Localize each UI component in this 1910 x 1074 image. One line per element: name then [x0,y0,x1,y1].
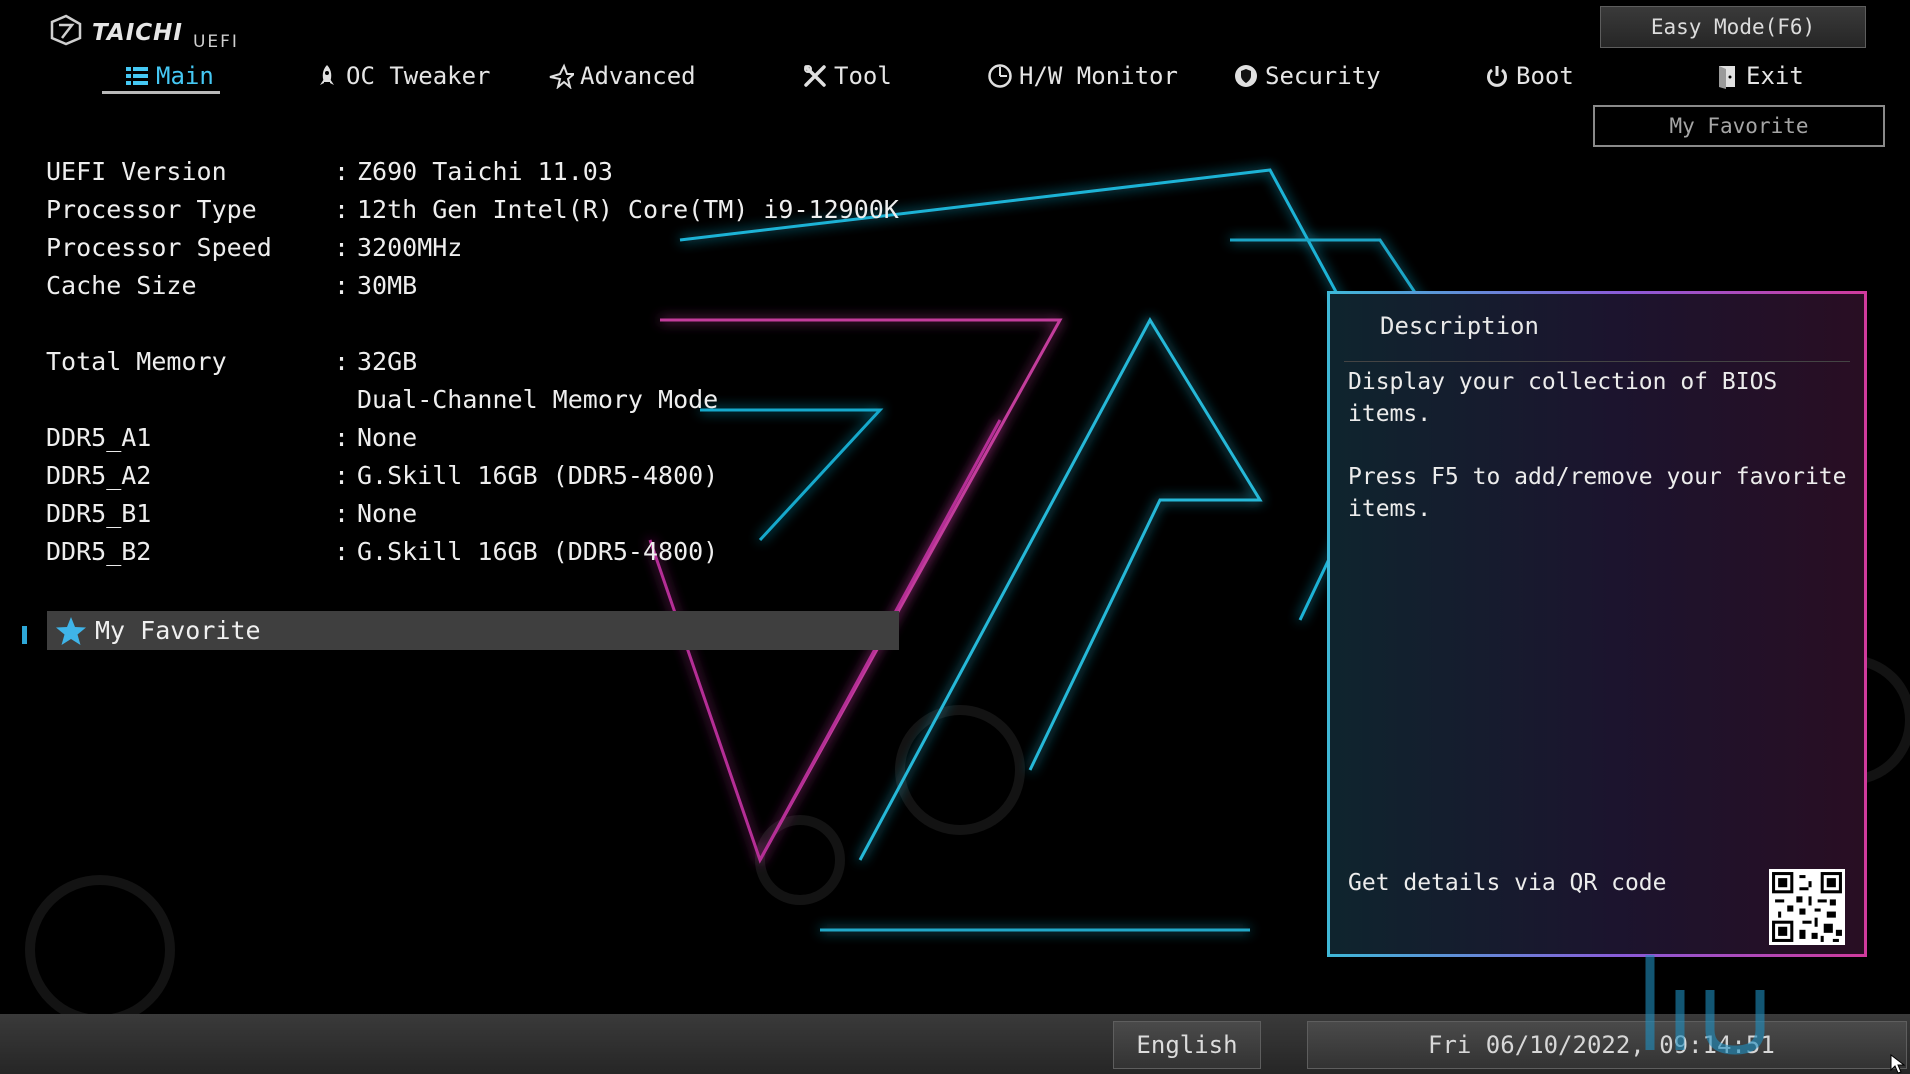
description-panel: Description Display your collection of B… [1327,291,1867,957]
list-icon [126,67,148,85]
info-separator: : [334,271,350,300]
my-favorite-item[interactable]: My Favorite [47,611,899,650]
star-icon [549,63,574,89]
info-label: DDR5_A2 [46,461,152,490]
tab-security[interactable]: Security [1233,55,1381,97]
info-value: 12th Gen Intel(R) Core(TM) i9-12900K [357,195,899,224]
info-separator: : [334,499,350,528]
tab-exit[interactable]: Exit [1714,55,1804,97]
info-separator: : [334,423,350,452]
info-separator: : [334,347,350,376]
tab-exit-label: Exit [1746,62,1804,90]
my-favorite-button[interactable]: My Favorite [1593,105,1885,147]
tab-boot-label: Boot [1516,62,1574,90]
star-icon [56,616,86,645]
taichi-logo-icon [50,14,82,46]
info-value: G.Skill 16GB (DDR5-4800) [357,461,719,490]
info-label: Processor Speed [46,233,272,262]
taichi-logo: TAICHI UEFI [50,14,239,52]
tab-tool-label: Tool [834,62,892,90]
info-label: DDR5_B2 [46,537,152,566]
description-paragraph: Press F5 to add/remove your favorite ite… [1348,464,1847,522]
rocket-icon [320,65,334,85]
my-favorite-item-label: My Favorite [95,616,261,645]
brand-name: TAICHI [92,20,183,46]
description-divider [1344,361,1850,362]
qr-code-caption: Get details via QR code [1348,870,1667,896]
language-selector[interactable]: English [1113,1021,1261,1069]
tab-boot[interactable]: Boot [1484,55,1574,97]
easy-mode-button[interactable]: Easy Mode(F6) [1600,6,1866,48]
tab-oc-tweaker-label: OC Tweaker [346,62,491,90]
description-body: Display your collection of BIOS items. P… [1348,366,1848,556]
info-value: Z690 Taichi 11.03 [357,157,613,186]
info-separator: : [334,157,350,186]
info-value: 3200MHz [357,233,463,262]
door-exit-icon [1719,66,1735,89]
tab-hw-monitor-label: H/W Monitor [1019,62,1178,90]
info-separator: : [334,461,350,490]
info-value: 30MB [357,271,418,300]
info-label: DDR5_A1 [46,423,152,452]
info-separator: : [334,195,350,224]
info-value: 32GB [357,347,418,376]
main-nav: Main OC Tweaker Advanced Tool H/W Monito… [0,55,1910,101]
active-tab-indicator [102,91,220,94]
tab-security-label: Security [1265,62,1381,90]
description-title: Description [1380,312,1539,340]
brand-sub: UEFI [192,32,239,52]
monitor-gauge-icon [988,64,1012,88]
watermark-logo [1645,955,1765,1055]
info-value: Dual-Channel Memory Mode [357,385,719,414]
info-label: DDR5_B1 [46,499,152,528]
info-label: Total Memory [46,347,227,376]
wrench-icon [804,65,826,87]
info-label: UEFI Version [46,157,227,186]
mouse-cursor-icon [1890,1054,1906,1074]
info-separator: : [334,233,350,262]
tab-oc-tweaker[interactable]: OC Tweaker [314,55,491,97]
info-value: None [357,423,418,452]
shield-icon [1235,65,1257,87]
description-paragraph: Display your collection of BIOS items. [1348,369,1778,427]
tab-advanced[interactable]: Advanced [548,55,696,97]
tab-tool[interactable]: Tool [802,55,892,97]
qr-code-icon [1769,869,1845,945]
info-value: G.Skill 16GB (DDR5-4800) [357,537,719,566]
info-label: Processor Type [46,195,257,224]
selection-marker [22,626,27,644]
tab-hw-monitor[interactable]: H/W Monitor [987,55,1178,97]
power-icon [1487,66,1507,87]
info-label: Cache Size [46,271,197,300]
tab-main-label: Main [156,62,214,90]
info-value: None [357,499,418,528]
tab-advanced-label: Advanced [580,62,696,90]
info-separator: : [334,537,350,566]
